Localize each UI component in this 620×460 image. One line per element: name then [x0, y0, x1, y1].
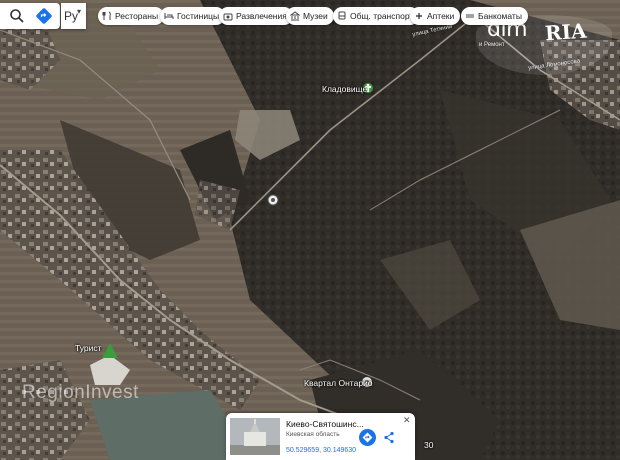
chip-entertainment[interactable]: Развлечения	[219, 7, 293, 25]
chip-hotels[interactable]: Гостиницы	[160, 7, 226, 25]
cash-icon	[466, 14, 474, 18]
place-coordinates[interactable]: 50.529659, 30.149630	[286, 447, 356, 454]
turist-label[interactable]: Турист	[75, 343, 102, 353]
language-selector[interactable]: Ру ▾	[61, 3, 86, 29]
chip-label: Рестораны	[115, 11, 159, 21]
bed-icon	[164, 13, 174, 19]
chip-restaurants[interactable]: Рестораны	[98, 7, 165, 25]
watermark-text: RegionInvest	[22, 382, 139, 403]
chip-pharmacies[interactable]: Аптеки	[410, 7, 461, 25]
place-title[interactable]: Киево-Святошинс...	[286, 419, 364, 429]
kvartal-label[interactable]: Квартал Онтарио	[304, 378, 373, 388]
fork-knife-icon	[102, 11, 111, 20]
language-label: Ру	[64, 9, 79, 23]
chip-label: Гостиницы	[177, 11, 220, 21]
chip-museums[interactable]: Музеи	[286, 7, 334, 25]
museum-icon	[290, 11, 300, 21]
chip-label: Музеи	[303, 11, 328, 21]
directions-icon	[362, 432, 373, 443]
chevron-down-icon: ▾	[77, 7, 82, 16]
chip-label: Банкоматы	[478, 11, 522, 21]
chip-atms[interactable]: Банкоматы	[461, 7, 528, 25]
place-pin-icon[interactable]	[267, 194, 279, 206]
bus-icon	[338, 11, 346, 20]
camera-icon	[223, 13, 233, 21]
house-number-label: 30	[424, 440, 434, 450]
cemetery-label[interactable]: Кладовище	[322, 84, 367, 94]
logo-ria-text: RIA	[544, 18, 588, 46]
place-region: Киевская область	[286, 431, 340, 438]
pharmacy-icon	[416, 13, 422, 19]
share-icon[interactable]	[381, 429, 398, 446]
place-thumbnail[interactable]	[230, 418, 280, 455]
chip-public-transport[interactable]: Общ. транспорт	[333, 7, 420, 25]
chip-label: Общ. транспорт	[350, 11, 414, 21]
close-icon[interactable]: ✕	[403, 415, 411, 426]
search-box[interactable]	[0, 3, 60, 29]
search-icon[interactable]	[8, 7, 26, 25]
directions-button[interactable]	[359, 429, 376, 446]
place-info-card[interactable]: Киево-Святошинс... Киевская область 50.5…	[226, 413, 415, 460]
chip-label: Развлечения	[236, 11, 287, 21]
chip-label: Аптеки	[427, 11, 455, 21]
directions-icon[interactable]	[35, 7, 53, 25]
